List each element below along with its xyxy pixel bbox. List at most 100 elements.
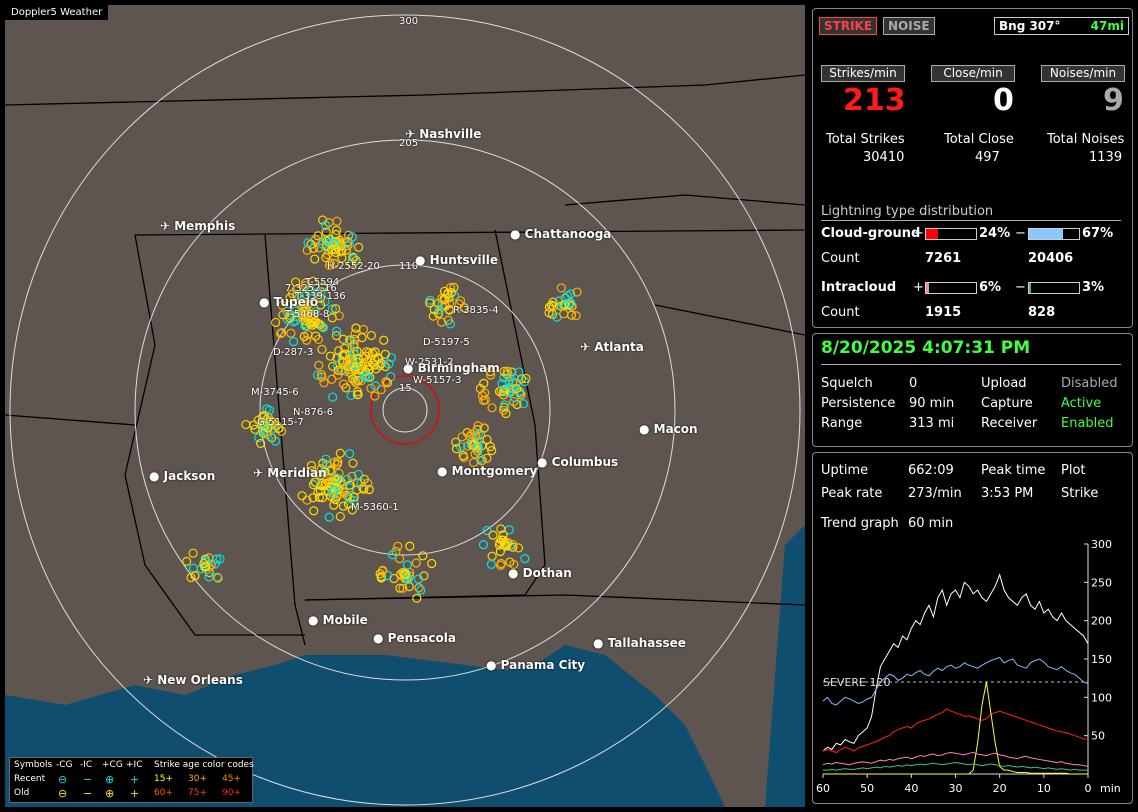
cg-plus-count: 7261 bbox=[925, 251, 962, 266]
cg-minus-count: 20406 bbox=[1028, 251, 1074, 266]
strike-marker bbox=[487, 551, 497, 561]
noise-button[interactable]: NOISE bbox=[883, 17, 935, 35]
city-panama-city: ● Panama City bbox=[486, 658, 586, 672]
strike-marker bbox=[520, 554, 530, 564]
ic-label: Intracloud bbox=[821, 280, 897, 295]
peak-time-label: Peak time bbox=[981, 463, 1046, 478]
noises-min-value: 9 bbox=[1103, 83, 1124, 118]
trend-series-line bbox=[822, 708, 1089, 754]
plot-label: Plot bbox=[1061, 463, 1086, 478]
strike-marker bbox=[188, 548, 198, 558]
trend-panel: Uptime 662:09 Peak time Plot Peak rate 2… bbox=[812, 452, 1133, 804]
total-strikes-label: Total Strikes bbox=[826, 132, 905, 147]
strike-marker bbox=[182, 556, 192, 566]
distribution-divider bbox=[821, 220, 1121, 221]
strike-marker bbox=[427, 558, 437, 569]
strike-marker bbox=[559, 309, 569, 319]
x-tick-label: 60 bbox=[816, 782, 830, 795]
radar-map[interactable]: Doppler5 Weather 300 205 110 15 ✈ Nashvi… bbox=[5, 5, 805, 807]
ic-minus-sign: − bbox=[1015, 280, 1026, 295]
strike-marker bbox=[188, 563, 199, 573]
city-atlanta: ✈ Atlanta bbox=[580, 340, 644, 354]
x-tick-label: 30 bbox=[949, 782, 963, 795]
cg-count-label: Count bbox=[821, 251, 860, 266]
strike-button[interactable]: STRIKE bbox=[819, 17, 878, 35]
strike-marker bbox=[354, 242, 364, 252]
legend-minus-ic: -IC bbox=[80, 760, 93, 770]
total-close-value: 497 bbox=[975, 150, 1000, 165]
y-tick-label: 300 bbox=[1091, 539, 1112, 551]
old-plus-cg-icon: ⊕ bbox=[105, 787, 115, 800]
y-tick-label: 250 bbox=[1091, 576, 1112, 589]
strike-marker bbox=[556, 283, 566, 293]
city-huntsville: ● Huntsville bbox=[415, 253, 498, 267]
strikes-min-label: Strikes/min bbox=[821, 65, 905, 82]
persistence-value: 90 min bbox=[909, 396, 955, 411]
bearing-value: Bng 307° bbox=[999, 19, 1061, 33]
strike-marker bbox=[324, 512, 334, 522]
strike-marker bbox=[513, 543, 524, 553]
distribution-title: Lightning type distribution bbox=[821, 204, 994, 219]
settings-panel: 8/20/2025 4:07:31 PM Squelch 0 Upload Di… bbox=[812, 333, 1133, 447]
close-min-value: 0 bbox=[993, 83, 1014, 118]
atlantic-water bbox=[765, 525, 805, 807]
strike-marker bbox=[314, 360, 324, 370]
uptime-label: Uptime bbox=[821, 463, 869, 478]
cg-minus-sign: − bbox=[1015, 226, 1026, 241]
upload-label: Upload bbox=[981, 376, 1027, 391]
city-jackson: ● Jackson bbox=[149, 469, 216, 483]
capture-label: Capture bbox=[981, 396, 1033, 411]
total-close-label: Total Close bbox=[944, 132, 1014, 147]
legend-plus-ic: +IC bbox=[126, 760, 143, 770]
strike-marker bbox=[487, 403, 497, 413]
ic-plus-pct: 6% bbox=[979, 280, 1002, 295]
strike-marker bbox=[414, 583, 424, 593]
strikes-min-value: 213 bbox=[843, 83, 906, 118]
city-dothan: ● Dothan bbox=[508, 566, 572, 580]
legend-age-title: Strike age color codes bbox=[154, 760, 254, 770]
city-montgomery: ● Montgomery bbox=[437, 464, 538, 478]
age-60: 60+ bbox=[154, 788, 173, 798]
total-noises-value: 1139 bbox=[1089, 150, 1123, 165]
city-pensacola: ● Pensacola bbox=[373, 631, 456, 645]
cg-label: Cloud-ground bbox=[821, 226, 921, 241]
noises-min-label: Noises/min bbox=[1041, 65, 1125, 82]
strike-marker bbox=[566, 310, 577, 320]
strike-marker bbox=[328, 392, 338, 402]
recent-plus-ic-icon: + bbox=[130, 773, 140, 786]
storm-tag: D-5197-5 bbox=[423, 337, 470, 348]
x-axis-label: min bbox=[1100, 782, 1121, 795]
cg-minus-pct: 67% bbox=[1082, 226, 1114, 241]
trend-series-line bbox=[822, 573, 1089, 752]
city-tallahassee: ● Tallahassee bbox=[593, 636, 686, 650]
strike-marker bbox=[288, 337, 299, 347]
ic-plus-bar bbox=[925, 282, 977, 294]
strike-marker bbox=[393, 541, 403, 551]
strike-marker bbox=[418, 551, 428, 561]
plot-value[interactable]: Strike bbox=[1061, 486, 1098, 501]
age-75: 75+ bbox=[188, 788, 207, 798]
trend-series-line bbox=[822, 752, 1089, 767]
ring-label-15: 15 bbox=[399, 383, 412, 394]
storm-tag: T-5468-8 bbox=[285, 309, 330, 320]
map-legend: Symbols -CG -IC +CG +IC Strike age color… bbox=[9, 757, 254, 803]
strike-marker bbox=[332, 216, 342, 226]
strike-status-panel: STRIKE NOISE Bng 307° 47mi Strikes/min C… bbox=[812, 8, 1133, 328]
squelch-value: 0 bbox=[909, 376, 918, 391]
range-value: 313 mi bbox=[909, 416, 955, 431]
y-tick-label: 50 bbox=[1091, 730, 1105, 743]
capture-value: Active bbox=[1061, 396, 1102, 411]
old-plus-ic-icon: + bbox=[130, 787, 140, 800]
city-new-orleans: ✈ New Orleans bbox=[143, 673, 243, 687]
recent-minus-cg-icon: ⊖ bbox=[58, 773, 68, 786]
legend-recent: Recent bbox=[14, 774, 46, 784]
x-tick-label: 20 bbox=[993, 782, 1007, 795]
settings-divider bbox=[821, 364, 1121, 365]
legend-plus-cg: +CG bbox=[102, 760, 123, 770]
storm-tag: G-5115-7 bbox=[257, 417, 304, 428]
storm-tag: W-2531-2 bbox=[405, 357, 454, 368]
strike-marker bbox=[457, 432, 467, 442]
ic-plus-count: 1915 bbox=[925, 305, 962, 320]
receiver-value: Enabled bbox=[1061, 416, 1114, 431]
storm-tag: W-5157-3 bbox=[413, 375, 462, 386]
